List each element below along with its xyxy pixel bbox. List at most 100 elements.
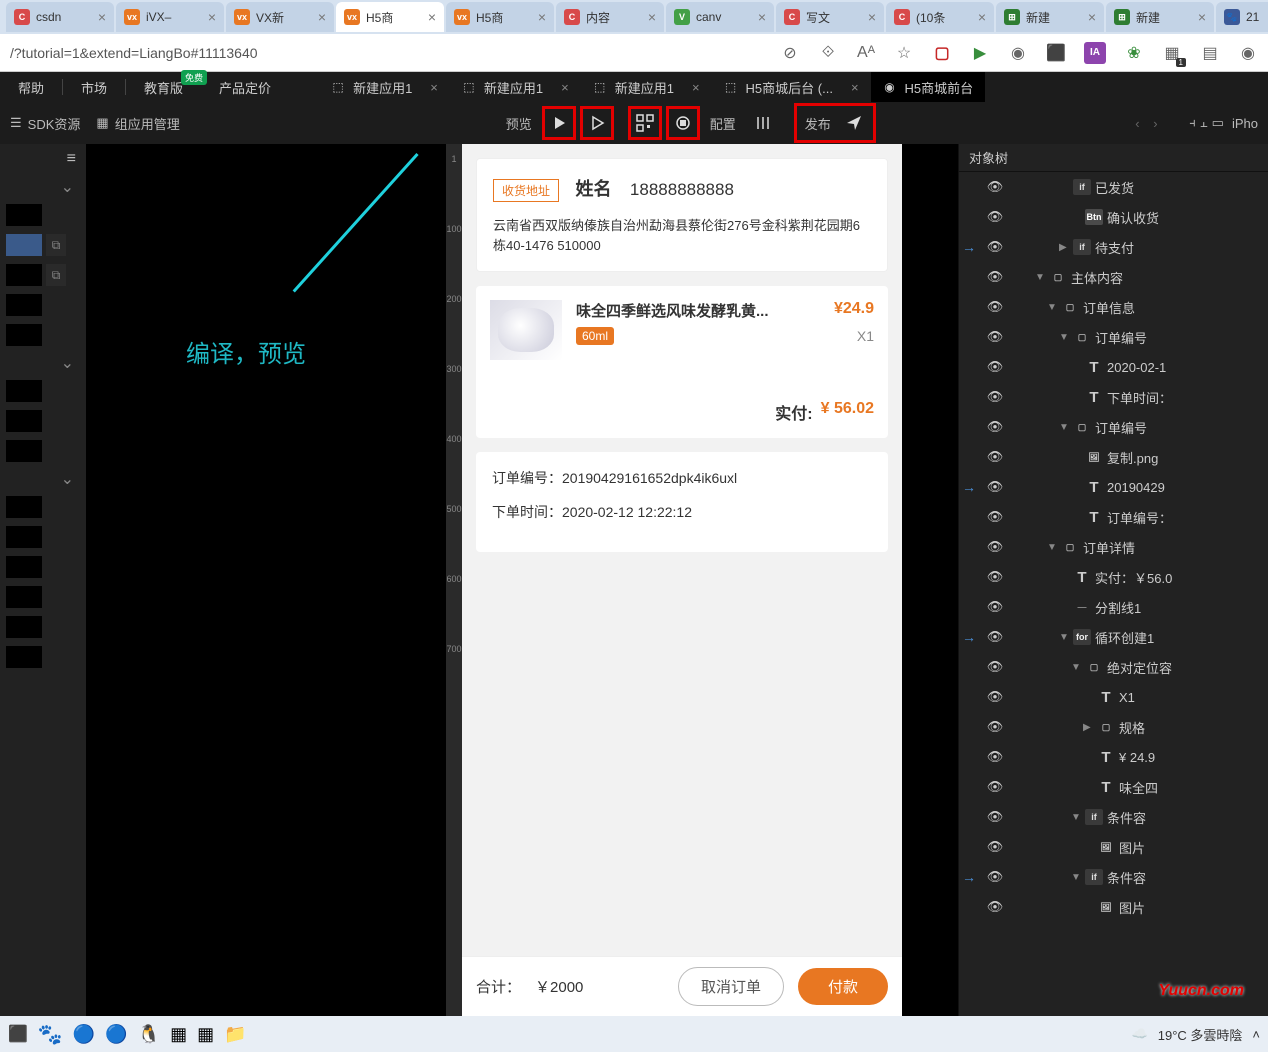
eye-icon[interactable]: 👁	[985, 629, 1005, 645]
shield-icon[interactable]: ⊘	[780, 43, 800, 63]
menu-market[interactable]: 市场	[63, 72, 125, 102]
thumbnail[interactable]	[6, 526, 42, 548]
close-icon[interactable]: ×	[430, 80, 438, 95]
tree-row[interactable]: 👁▼▢主体内容	[959, 262, 1268, 292]
eye-icon[interactable]: 👁	[985, 359, 1005, 375]
prev-icon[interactable]: ‹	[1135, 116, 1149, 130]
pay-button[interactable]: 付款	[798, 968, 888, 1005]
idm-icon[interactable]: ◉	[1008, 43, 1028, 63]
eye-icon[interactable]: 👁	[985, 299, 1005, 315]
qr-button-1[interactable]	[628, 106, 662, 140]
tree-row[interactable]: 👁🖼图片	[959, 832, 1268, 862]
publish-button[interactable]	[837, 106, 871, 140]
tree-row[interactable]: 👁T下单时间：	[959, 382, 1268, 412]
taskbar-icon[interactable]: ▦	[197, 1024, 214, 1045]
eye-icon[interactable]: 👁	[985, 479, 1005, 495]
browser-tab[interactable]: Vcanv×	[666, 2, 774, 32]
play-button[interactable]	[542, 106, 576, 140]
tree-row[interactable]: 👁T味全四	[959, 772, 1268, 802]
qr-button-2[interactable]	[666, 106, 700, 140]
eye-icon[interactable]: 👁	[985, 599, 1005, 615]
app-tab[interactable]: ⬚H5商城后台 (...×	[712, 72, 871, 102]
app-tab[interactable]: ⬚新建应用1×	[581, 72, 712, 102]
taskbar-icon[interactable]: ⬛	[8, 1024, 28, 1044]
tree-row[interactable]: 👁▼▢订单编号	[959, 322, 1268, 352]
thumbnail[interactable]	[6, 204, 42, 226]
chevron-icon[interactable]: ▼	[1059, 632, 1069, 643]
chevron-icon[interactable]: ▼	[1047, 302, 1057, 313]
tree-row[interactable]: 👁Btn确认收货	[959, 202, 1268, 232]
browser-tab[interactable]: ⊞新建×	[1106, 2, 1214, 32]
eye-icon[interactable]: 👁	[985, 779, 1005, 795]
browser-tab[interactable]: ⊞新建×	[996, 2, 1104, 32]
copy-icon[interactable]: ⧉	[46, 234, 66, 256]
tree-row[interactable]: 👁T¥ 24.9	[959, 742, 1268, 772]
chevron-icon[interactable]: ▼	[1071, 872, 1081, 883]
thumbnail[interactable]	[6, 556, 42, 578]
eye-icon[interactable]: 👁	[985, 869, 1005, 885]
browser-tab-active[interactable]: vxH5商×	[336, 2, 444, 32]
close-icon[interactable]: ×	[561, 80, 569, 95]
tree-row[interactable]: 👁▼▢订单详情	[959, 532, 1268, 562]
mcafee-icon[interactable]: ▢	[932, 43, 952, 63]
eye-icon[interactable]: 👁	[985, 419, 1005, 435]
chevron-icon[interactable]: ▼	[1035, 272, 1045, 283]
eye-icon[interactable]: 👁	[985, 899, 1005, 915]
product-card[interactable]: 味全四季鲜选风味发酵乳黄... 60ml ¥24.9 X1 实付: ¥ 56.0…	[476, 286, 888, 438]
chevron-icon[interactable]: ▶	[1059, 242, 1069, 253]
eye-icon[interactable]: 👁	[985, 449, 1005, 465]
eye-icon[interactable]: 👁	[985, 209, 1005, 225]
thumbnail[interactable]	[6, 264, 42, 286]
tree-row[interactable]: 👁—分割线1	[959, 592, 1268, 622]
device-label[interactable]: iPho	[1228, 116, 1262, 131]
thumbnail[interactable]	[6, 616, 42, 638]
taskbar[interactable]: ⬛ 🐾 🔵 🔵 🐧 ▦ ▦ 📁 ☁️ 19°C 多雲時陰 ˄	[0, 1016, 1268, 1052]
browser-tab[interactable]: C(10条×	[886, 2, 994, 32]
menu-help[interactable]: 帮助	[0, 72, 62, 102]
app-tab[interactable]: ⬚新建应用1×	[319, 72, 450, 102]
tree-row[interactable]: 👁🖼复制.png	[959, 442, 1268, 472]
app-tab-active[interactable]: ◉H5商城前台	[871, 72, 986, 102]
text-icon[interactable]: Aᴬ	[856, 43, 876, 63]
app-tab[interactable]: ⬚新建应用1×	[450, 72, 581, 102]
eye-icon[interactable]: 👁	[985, 749, 1005, 765]
weather-text[interactable]: 19°C 多雲時陰	[1158, 1025, 1243, 1044]
copy-icon[interactable]: ⧉	[46, 264, 66, 286]
next-icon[interactable]: ›	[1153, 116, 1167, 130]
device-icon[interactable]: ▭	[1212, 115, 1224, 131]
eye-icon[interactable]: 👁	[985, 329, 1005, 345]
eye-icon[interactable]: 👁	[985, 539, 1005, 555]
tree-row[interactable]: →👁▼for循环创建1	[959, 622, 1268, 652]
tray-chevron[interactable]: ˄	[1252, 1027, 1260, 1042]
canvas[interactable]: 1100200300400500600700 编译，预览 小程序二维码 H5的二…	[86, 144, 958, 1016]
tree-row[interactable]: 👁TX1	[959, 682, 1268, 712]
browser-tab[interactable]: vxVX新×	[226, 2, 334, 32]
thumbnail[interactable]	[6, 410, 42, 432]
eye-icon[interactable]: 👁	[985, 659, 1005, 675]
browser-tab[interactable]: Ccsdn×	[6, 2, 114, 32]
chevron-icon[interactable]: ▶	[1083, 722, 1093, 733]
thumbnail[interactable]	[6, 646, 42, 668]
ext-icon[interactable]: ▦	[1162, 43, 1182, 63]
browser-tab[interactable]: vxH5商×	[446, 2, 554, 32]
eye-icon[interactable]: 👁	[985, 509, 1005, 525]
eye-icon[interactable]: 👁	[985, 269, 1005, 285]
eye-icon[interactable]: 👁	[985, 389, 1005, 405]
taskbar-icon[interactable]: 🔵	[105, 1024, 127, 1045]
chevron-icon[interactable]: ▼	[1059, 422, 1069, 433]
taskbar-icon[interactable]: ▦	[170, 1024, 187, 1045]
eye-icon[interactable]: 👁	[985, 809, 1005, 825]
weather-icon[interactable]: ☁️	[1132, 1026, 1148, 1042]
dots-icon[interactable]: ⬛	[1046, 43, 1066, 63]
menu-pricing[interactable]: 产品定价	[201, 72, 289, 102]
tree-row[interactable]: 👁if已发货	[959, 172, 1268, 202]
eye-icon[interactable]: 👁	[985, 239, 1005, 255]
eye-icon[interactable]: 👁	[985, 569, 1005, 585]
tree-row[interactable]: →👁T20190429	[959, 472, 1268, 502]
tree-row[interactable]: →👁▼if条件容	[959, 862, 1268, 892]
tree-row[interactable]: 👁▼▢订单编号	[959, 412, 1268, 442]
tree-row[interactable]: 👁▼▢绝对定位容	[959, 652, 1268, 682]
tree-row[interactable]: 👁T2020-02-1	[959, 352, 1268, 382]
tree-row[interactable]: 👁▼▢订单信息	[959, 292, 1268, 322]
group-mgmt-button[interactable]: ▦组应用管理	[96, 114, 179, 133]
